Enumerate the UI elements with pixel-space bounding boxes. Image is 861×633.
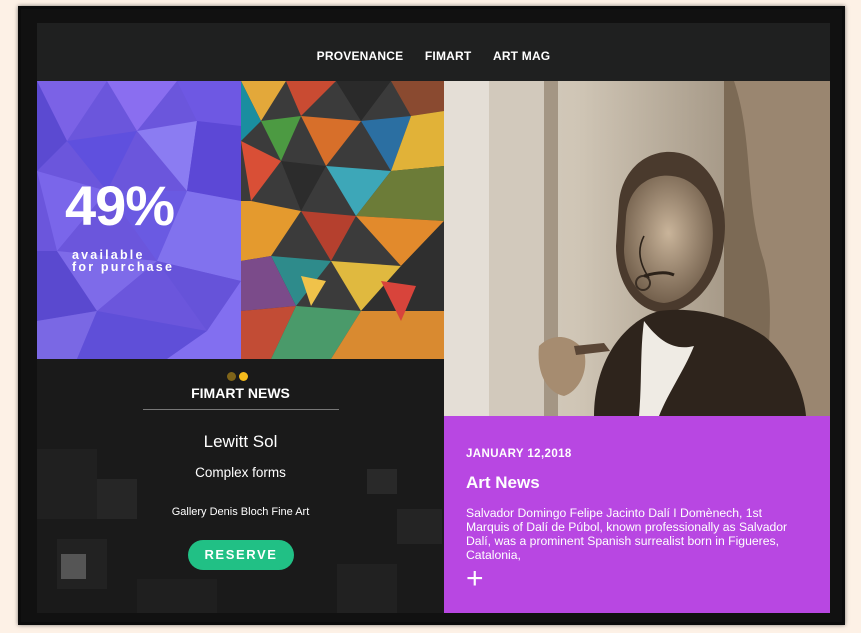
availability-panel: 49% available for purchase (37, 81, 241, 359)
plus-icon[interactable]: + (466, 564, 484, 594)
artist-name: Lewitt Sol (203, 432, 278, 451)
pixel-block (337, 564, 397, 613)
dali-portrait (444, 81, 830, 416)
article-title: Art News (466, 473, 540, 492)
news-title: FIMART NEWS (191, 385, 290, 401)
screenshot-frame: PROVENANCE FIMART ART MAG 49% available … (18, 6, 845, 625)
work-title: Complex forms (195, 465, 286, 480)
gallery-name: Gallery Denis Bloch Fine Art (171, 506, 310, 518)
nav-fimart[interactable]: FIMART (425, 49, 472, 63)
art-news-card: JANUARY 12,2018 Art News Salvador Doming… (444, 416, 830, 613)
portrait-photo (444, 81, 830, 416)
top-nav: PROVENANCE FIMART ART MAG (37, 23, 830, 81)
artwork-image (241, 81, 444, 359)
divider (143, 409, 339, 410)
web-page: PROVENANCE FIMART ART MAG 49% available … (37, 23, 830, 613)
availability-percent: 49% (65, 174, 175, 237)
article-date: JANUARY 12,2018 (466, 448, 572, 460)
pixel-block (61, 554, 86, 579)
carousel-dots (227, 368, 251, 386)
pixel-block (137, 579, 217, 613)
article-excerpt: Salvador Domingo Felipe Jacinto Dalí I D… (466, 506, 788, 562)
nav-art-mag[interactable]: ART MAG (493, 49, 550, 63)
availability-caption: available for purchase (72, 249, 175, 274)
carousel-dot[interactable] (227, 372, 236, 381)
nav-links: PROVENANCE FIMART ART MAG (37, 49, 830, 63)
reserve-button[interactable]: RESERVE (188, 540, 294, 570)
nav-provenance[interactable]: PROVENANCE (317, 49, 404, 63)
carousel-dot-active[interactable] (239, 372, 248, 381)
availability-caption-line2: for purchase (72, 260, 175, 274)
fimart-news-panel: FIMART NEWS Lewitt Sol Complex forms Gal… (37, 359, 444, 613)
triangle-artwork (241, 81, 444, 359)
